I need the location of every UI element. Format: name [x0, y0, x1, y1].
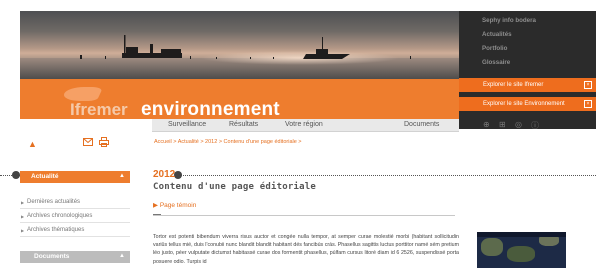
grid-icon[interactable]: ⊕	[483, 120, 490, 129]
hero-banner-image	[20, 11, 459, 79]
sidebar-section-actualite[interactable]: Actualité ▲	[20, 171, 130, 183]
right-link-sephy[interactable]: Sephy info bodera	[482, 17, 536, 24]
page-temoin-link[interactable]: ▶ Page témoin	[153, 201, 196, 209]
page-temoin-label: Page témoin	[159, 202, 197, 209]
breadcrumb[interactable]: Accueil > Actualité > 2012 > Contenu d'u…	[154, 139, 302, 145]
logo-environnement[interactable]: environnement	[141, 99, 280, 121]
page-title: Contenu d'une page éditoriale	[153, 182, 316, 192]
sidebar-section-title: Documents	[34, 253, 70, 260]
explore-environnement-button[interactable]: Explorer le site Environnement ×	[459, 97, 596, 111]
right-link-portfolio[interactable]: Portfolio	[482, 45, 507, 52]
settings-icon[interactable]: ◎	[515, 120, 522, 129]
mail-icon[interactable]	[83, 138, 93, 146]
divider	[153, 215, 455, 216]
right-utility-panel: Sephy info bodera Actualités Portfolio G…	[459, 11, 596, 131]
article-year: 2012	[153, 169, 176, 180]
collapse-arrow-icon: ▲	[119, 173, 125, 179]
bullet-icon: ▶	[21, 228, 25, 233]
land-mass	[481, 238, 503, 256]
tab-votre-region[interactable]: Votre région	[285, 121, 323, 128]
explore-environnement-label: Explorer le site Environnement	[483, 101, 565, 107]
page-toolbar: ▲	[20, 134, 130, 152]
alert-icon[interactable]: ▲	[28, 140, 37, 149]
explore-ifremer-button[interactable]: Explorer le site Ifremer ×	[459, 78, 596, 92]
logo-ifremer[interactable]: Ifremer	[70, 100, 128, 120]
sidebar-item-label: Archives thématiques	[27, 227, 85, 233]
info-icon[interactable]: ⓘ	[531, 120, 539, 131]
article-body: Tortor est potenti bibendum viverra risu…	[153, 234, 459, 265]
bullet-icon: ▶	[21, 214, 25, 219]
expand-icon: ×	[584, 81, 592, 89]
annotation-line-right	[178, 175, 596, 176]
sidebar-item-archives-chronologiques[interactable]: ▶ Archives chronologiques	[20, 209, 130, 223]
bullet-icon: ▶	[21, 200, 25, 205]
sidebar-item-label: Dernières actualités	[27, 199, 81, 205]
sidebar-item-archives-thematiques[interactable]: ▶ Archives thématiques	[20, 223, 130, 237]
tab-documents[interactable]: Documents	[404, 121, 439, 128]
logo-swoosh-icon	[60, 87, 104, 101]
sidebar-item-label: Archives chronologiques	[27, 213, 93, 219]
annotation-marker-left	[12, 171, 20, 179]
sidebar-item-dernieres-actualites[interactable]: ▶ Dernières actualités	[20, 195, 130, 209]
print-icon[interactable]	[99, 137, 109, 147]
sidebar-section-documents[interactable]: Documents ▲	[20, 251, 130, 263]
tab-surveillance[interactable]: Surveillance	[168, 121, 206, 128]
tab-resultats[interactable]: Résultats	[229, 121, 258, 128]
rss-icon[interactable]: ⊞	[499, 120, 506, 129]
map-thumbnail[interactable]	[477, 232, 566, 268]
expand-icon: ×	[584, 100, 592, 108]
map-header-bar	[477, 232, 566, 237]
boat-silhouettes	[80, 35, 411, 59]
right-link-actualites[interactable]: Actualités	[482, 31, 512, 38]
right-link-glossaire[interactable]: Glossaire	[482, 59, 510, 66]
land-mass	[507, 246, 535, 262]
sidebar-section-title: Actualité	[31, 173, 59, 180]
explore-ifremer-label: Explorer le site Ifremer	[483, 82, 544, 88]
collapse-arrow-icon: ▲	[119, 253, 125, 259]
main-nav-tabs: Surveillance Résultats Votre région Docu…	[152, 119, 459, 132]
